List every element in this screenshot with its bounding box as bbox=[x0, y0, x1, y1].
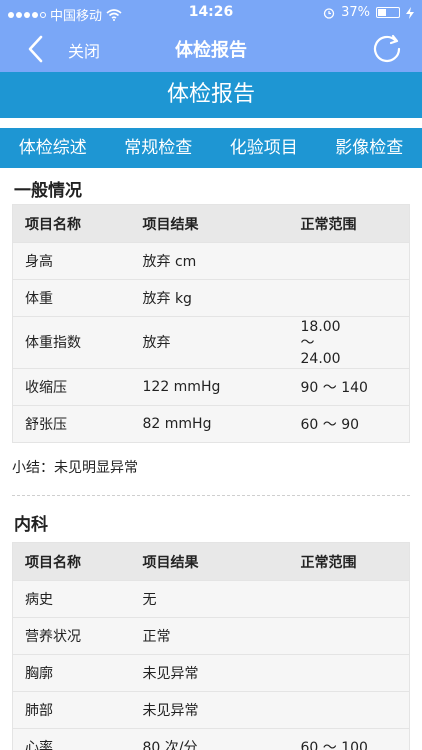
tab-summary[interactable]: 体检综述 bbox=[0, 128, 106, 168]
header-item: 项目名称 bbox=[12, 204, 131, 243]
cell-range: 60 ～ 100 bbox=[288, 728, 410, 750]
cell-range bbox=[288, 617, 410, 655]
tab-lab-tests[interactable]: 化验项目 bbox=[211, 128, 317, 168]
section-title-internal: 内科 bbox=[14, 515, 48, 535]
general-table: 项目名称 项目结果 正常范围 身高 放弃 cm 体重 放弃 kg 体重指数 放弃… bbox=[12, 204, 410, 443]
cell-result: 无 bbox=[130, 580, 289, 618]
header-result: 项目结果 bbox=[130, 542, 289, 581]
cell-result: 未见异常 bbox=[130, 691, 289, 729]
cell-item: 病史 bbox=[12, 580, 131, 618]
section-divider bbox=[12, 495, 410, 496]
close-button[interactable]: 关闭 bbox=[68, 38, 100, 62]
table-row: 舒张压 82 mmHg 60 ～ 90 bbox=[12, 405, 410, 443]
back-arrow-icon[interactable] bbox=[22, 34, 52, 64]
report-content: 一般情况 项目名称 项目结果 正常范围 身高 放弃 cm 体重 放弃 kg 体重… bbox=[12, 168, 410, 750]
table-row: 胸廓 未见异常 bbox=[12, 654, 410, 692]
cell-item: 营养状况 bbox=[12, 617, 131, 655]
table-row: 收缩压 122 mmHg 90 ～ 140 bbox=[12, 368, 410, 406]
battery-percent: 37% bbox=[341, 5, 370, 20]
internal-table: 项目名称 项目结果 正常范围 病史 无 营养状况 正常 胸廓 未见异常 肺部 未… bbox=[12, 542, 410, 750]
header-range: 正常范围 bbox=[288, 542, 410, 581]
cell-result: 放弃 cm bbox=[130, 242, 289, 280]
section-title-general: 一般情况 bbox=[14, 181, 82, 201]
table-row: 心率 80 次/分 60 ～ 100 bbox=[12, 728, 410, 750]
refresh-icon[interactable] bbox=[370, 32, 404, 66]
cell-result: 正常 bbox=[130, 617, 289, 655]
section-summary: 小结：未见明显异常 bbox=[12, 460, 138, 476]
cell-range bbox=[288, 580, 410, 618]
cell-result: 未见异常 bbox=[130, 654, 289, 692]
table-row: 体重 放弃 kg bbox=[12, 279, 410, 317]
cell-result: 122 mmHg bbox=[130, 368, 289, 406]
cell-item: 心率 bbox=[12, 728, 131, 750]
header-result: 项目结果 bbox=[130, 204, 289, 243]
nav-bar: 关闭 体检报告 bbox=[0, 26, 422, 72]
cell-result: 80 次/分 bbox=[130, 728, 289, 750]
page-title: 体检报告 bbox=[175, 40, 247, 61]
table-row: 病史 无 bbox=[12, 580, 410, 618]
cell-range bbox=[288, 242, 410, 280]
battery-icon bbox=[376, 7, 400, 18]
cell-item: 舒张压 bbox=[12, 405, 131, 443]
status-bar: 中国移动 14:26 37% bbox=[0, 0, 422, 26]
cell-result: 放弃 bbox=[130, 316, 289, 369]
table-row: 营养状况 正常 bbox=[12, 617, 410, 655]
cell-item: 胸廓 bbox=[12, 654, 131, 692]
cell-result: 82 mmHg bbox=[130, 405, 289, 443]
tab-bar: 体检综述 常规检查 化验项目 影像检查 bbox=[0, 128, 422, 168]
header-range: 正常范围 bbox=[288, 204, 410, 243]
header-item: 项目名称 bbox=[12, 542, 131, 581]
cell-item: 体重指数 bbox=[12, 316, 131, 369]
cell-item: 肺部 bbox=[12, 691, 131, 729]
table-header-row: 项目名称 项目结果 正常范围 bbox=[12, 204, 410, 243]
status-right: 37% bbox=[323, 5, 414, 20]
tab-imaging[interactable]: 影像检查 bbox=[317, 128, 422, 168]
cell-item: 体重 bbox=[12, 279, 131, 317]
cell-range: 60 ～ 90 bbox=[288, 405, 410, 443]
tab-routine-exam[interactable]: 常规检查 bbox=[106, 128, 212, 168]
charging-icon bbox=[406, 6, 414, 19]
cell-item: 收缩压 bbox=[12, 368, 131, 406]
cell-range bbox=[288, 691, 410, 729]
table-row: 肺部 未见异常 bbox=[12, 691, 410, 729]
table-row: 身高 放弃 cm bbox=[12, 242, 410, 280]
table-header-row: 项目名称 项目结果 正常范围 bbox=[12, 542, 410, 581]
report-banner: 体检报告 bbox=[0, 72, 422, 118]
cell-item: 身高 bbox=[12, 242, 131, 280]
cell-range: 18.00 ～ 24.00 bbox=[288, 316, 410, 369]
cell-result: 放弃 kg bbox=[130, 279, 289, 317]
alarm-icon bbox=[323, 7, 335, 19]
cell-range bbox=[288, 279, 410, 317]
cell-range bbox=[288, 654, 410, 692]
table-row: 体重指数 放弃 18.00 ～ 24.00 bbox=[12, 316, 410, 369]
cell-range: 90 ～ 140 bbox=[288, 368, 410, 406]
